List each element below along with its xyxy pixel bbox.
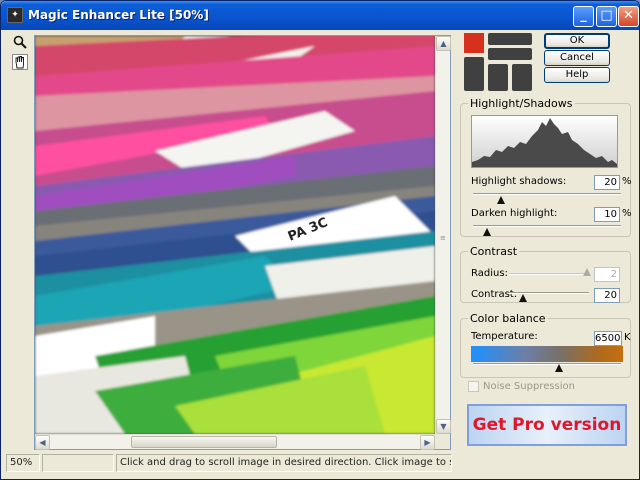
horizontal-scrollbar[interactable]: ◀ ▶ xyxy=(35,434,435,450)
status-message: Click and drag to scroll image in desire… xyxy=(116,454,452,472)
horizontal-scroll-thumb[interactable] xyxy=(131,436,277,448)
highlight-shadows-title: Highlight/Shadows xyxy=(470,97,573,110)
temperature-input[interactable]: 6500 xyxy=(594,331,622,346)
magic-enhancer-logo xyxy=(464,33,532,91)
client-area: PA 3C ▲ ≡ ▼ ◀ ▶ 50% Click and drag to sc… xyxy=(4,30,637,478)
darken-highlight-input[interactable]: 10 xyxy=(594,207,620,222)
temperature-unit: K xyxy=(624,332,631,343)
temperature-gradient xyxy=(471,346,623,362)
radius-slider xyxy=(509,273,589,275)
ok-button[interactable]: OK xyxy=(544,33,610,49)
radius-input: 2 xyxy=(594,267,620,282)
contrast-thumb[interactable] xyxy=(519,294,527,302)
scroll-grip-icon: ≡ xyxy=(440,234,446,242)
highlight-shadows-input[interactable]: 20 xyxy=(594,175,620,190)
darken-highlight-slider[interactable] xyxy=(473,225,621,227)
get-pro-version-button[interactable]: Get Pro version xyxy=(467,404,627,446)
darken-highlight-thumb[interactable] xyxy=(483,228,491,236)
histogram xyxy=(471,115,618,168)
paper-stack-photo: PA 3C xyxy=(35,36,435,434)
temperature-thumb[interactable] xyxy=(555,364,563,372)
title-bar[interactable]: ✦ Magic Enhancer Lite [50%] _ □ ✕ xyxy=(1,1,639,30)
scroll-down-button[interactable]: ▼ xyxy=(436,419,451,434)
pan-tool[interactable] xyxy=(12,54,28,70)
darken-highlight-unit: % xyxy=(622,208,632,219)
scroll-up-button[interactable]: ▲ xyxy=(436,36,451,51)
status-bar: 50% Click and drag to scroll image in de… xyxy=(4,454,637,474)
noise-suppression-label: Noise Suppression xyxy=(483,381,575,392)
image-viewer[interactable]: PA 3C ▲ ≡ ▼ ◀ ▶ xyxy=(34,35,451,450)
radius-label: Radius: xyxy=(471,268,508,279)
close-icon: ✕ xyxy=(623,8,634,23)
scroll-left-button[interactable]: ◀ xyxy=(35,435,50,450)
maximize-icon: □ xyxy=(600,8,613,23)
temperature-label: Temperature: xyxy=(471,331,538,342)
color-balance-title: Color balance xyxy=(470,312,546,325)
contrast-label: Contrast: xyxy=(471,289,518,300)
contrast-title: Contrast xyxy=(470,245,518,258)
app-window: ✦ Magic Enhancer Lite [50%] _ □ ✕ PA 3C … xyxy=(0,0,640,480)
radius-thumb xyxy=(583,268,591,276)
status-blank xyxy=(42,454,114,472)
hand-icon xyxy=(15,56,24,69)
darken-highlight-label: Darken highlight: xyxy=(471,208,558,219)
contrast-input[interactable]: 20 xyxy=(594,288,620,303)
vertical-scrollbar[interactable]: ▲ ≡ ▼ xyxy=(435,36,451,434)
scroll-corner xyxy=(435,434,450,449)
highlight-shadows-label: Highlight shadows: xyxy=(471,176,567,187)
histogram-graph xyxy=(472,118,617,167)
status-zoom: 50% xyxy=(6,454,40,472)
minimize-button[interactable]: _ xyxy=(573,6,594,27)
maximize-button[interactable]: □ xyxy=(596,6,617,27)
cancel-button[interactable]: Cancel xyxy=(544,50,610,66)
highlight-shadows-slider[interactable] xyxy=(473,193,621,195)
close-button[interactable]: ✕ xyxy=(618,6,639,27)
window-title: Magic Enhancer Lite [50%] xyxy=(28,8,209,22)
preview-image[interactable]: PA 3C xyxy=(35,36,435,434)
help-button[interactable]: Help xyxy=(544,67,610,83)
app-icon[interactable]: ✦ xyxy=(7,7,23,23)
magnifier-icon xyxy=(13,35,27,49)
highlight-shadows-thumb[interactable] xyxy=(497,196,505,204)
scroll-right-button[interactable]: ▶ xyxy=(420,435,435,450)
highlight-shadows-unit: % xyxy=(622,176,632,187)
temperature-slider[interactable] xyxy=(473,363,621,365)
zoom-tool[interactable] xyxy=(12,35,28,51)
noise-suppression-checkbox xyxy=(468,381,479,392)
minimize-icon: _ xyxy=(580,8,587,23)
